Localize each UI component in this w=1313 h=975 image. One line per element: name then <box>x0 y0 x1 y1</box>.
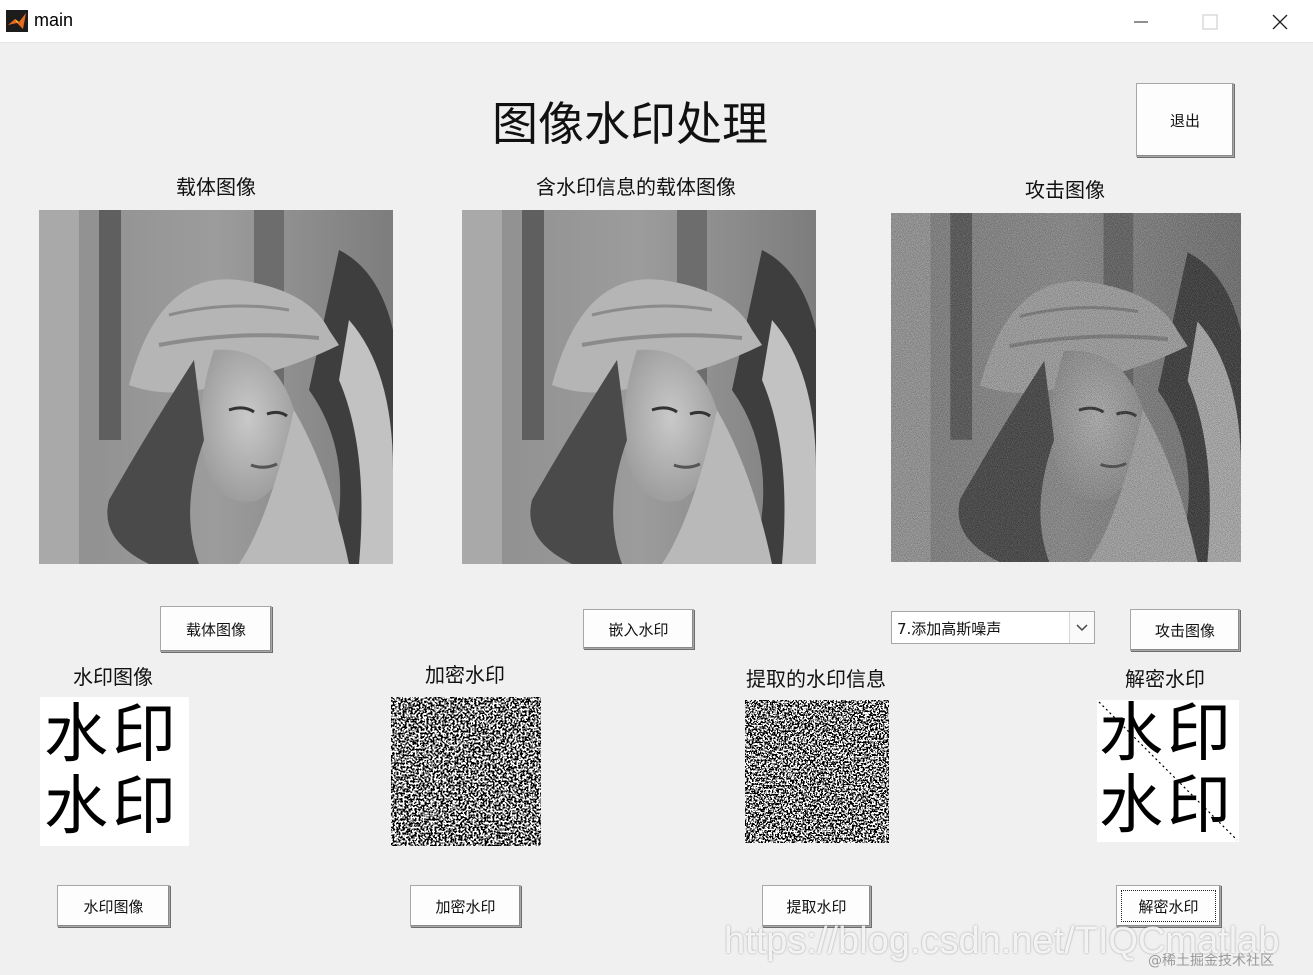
close-icon <box>1272 14 1288 30</box>
watermarked-image-label: 含水印信息的载体图像 <box>536 175 736 199</box>
extracted-watermark-label: 提取的水印信息 <box>746 667 886 691</box>
encrypt-watermark-button[interactable]: 加密水印 <box>410 885 521 927</box>
attack-image-label: 攻击图像 <box>1025 178 1105 202</box>
embed-watermark-button[interactable]: 嵌入水印 <box>583 609 694 649</box>
dropdown-arrow[interactable] <box>1069 612 1094 643</box>
exit-button[interactable]: 退出 <box>1136 83 1234 157</box>
watermark-image-label: 水印图像 <box>73 665 153 689</box>
attack-type-value: 7.添加高斯噪声 <box>897 620 1002 638</box>
attacked-image <box>891 213 1241 562</box>
maximize-icon <box>1202 14 1218 30</box>
matlab-logo-icon <box>6 10 28 32</box>
window-titlebar: main <box>0 0 1313 43</box>
encrypted-watermark-image <box>391 697 541 846</box>
watermark-line-1: 水印 <box>44 698 180 772</box>
minimize-icon <box>1134 21 1148 23</box>
extracted-watermark-image <box>745 700 889 843</box>
decrypted-watermark-image: 水印 水印 <box>1097 700 1239 842</box>
load-watermark-button[interactable]: 水印图像 <box>57 885 170 927</box>
page-title: 图像水印处理 <box>492 97 768 151</box>
site-watermark: @稀土掘金技术社区 <box>1148 953 1274 969</box>
close-button[interactable] <box>1260 6 1300 38</box>
noise-diagonal <box>1098 701 1238 841</box>
minimize-button[interactable] <box>1121 6 1161 38</box>
carrier-image <box>39 210 393 564</box>
watermark-image: 水印 水印 <box>40 697 189 846</box>
maximize-button[interactable] <box>1190 6 1230 38</box>
decrypted-watermark-label: 解密水印 <box>1125 667 1205 691</box>
attack-image-button[interactable]: 攻击图像 <box>1130 609 1240 651</box>
chevron-down-icon <box>1076 624 1088 632</box>
watermarked-image <box>462 210 816 564</box>
load-carrier-button[interactable]: 载体图像 <box>160 606 272 652</box>
window-title: main <box>34 10 74 30</box>
encrypted-watermark-label: 加密水印 <box>425 663 505 687</box>
watermark-line-2: 水印 <box>44 770 180 844</box>
carrier-image-label: 载体图像 <box>176 175 256 199</box>
attack-type-select[interactable]: 7.添加高斯噪声 <box>891 611 1095 644</box>
